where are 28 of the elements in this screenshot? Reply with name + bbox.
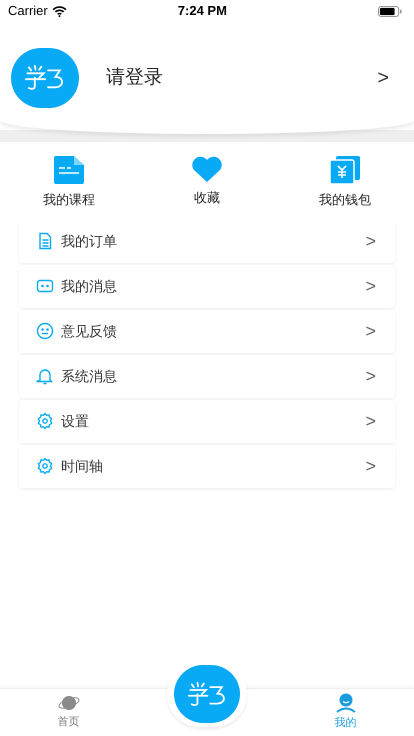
menu-item[interactable]: 时间轴 > (19, 444, 395, 488)
battery-icon (378, 6, 402, 16)
menu-item[interactable]: 我的订单 > (19, 220, 395, 262)
carrier-label: Carrier (8, 2, 48, 20)
settings-icon (36, 412, 54, 430)
tab[interactable]: 首页 (0, 694, 137, 731)
chat-icon (36, 277, 54, 295)
person-icon (334, 693, 356, 714)
bell-icon (36, 367, 54, 385)
settings-icon (36, 457, 54, 475)
face-icon (36, 322, 54, 340)
shortcut-button[interactable]: 我的课程 (0, 156, 138, 210)
document-icon (54, 156, 84, 184)
wallet-icon (330, 156, 360, 184)
planet-icon (58, 694, 80, 712)
menu-item[interactable]: 我的消息 > (19, 264, 395, 308)
login-prompt: 请登录 (106, 66, 164, 90)
heart-icon (191, 156, 223, 182)
menu-item[interactable]: 系统消息 > (19, 354, 395, 398)
status-time: 7:24 PM (176, 2, 228, 20)
center-logo-button[interactable] (174, 664, 240, 724)
chevron-label: > (377, 66, 389, 91)
menu-item[interactable]: 设置 > (19, 400, 395, 442)
shortcut-button[interactable]: 收藏 (138, 156, 276, 210)
wifi-icon (52, 6, 67, 16)
profile-header[interactable]: 请登录 > (0, 22, 414, 134)
shortcut-button[interactable]: 我的钱包 (276, 156, 414, 210)
menu-item[interactable]: 意见反馈 > (19, 310, 395, 352)
